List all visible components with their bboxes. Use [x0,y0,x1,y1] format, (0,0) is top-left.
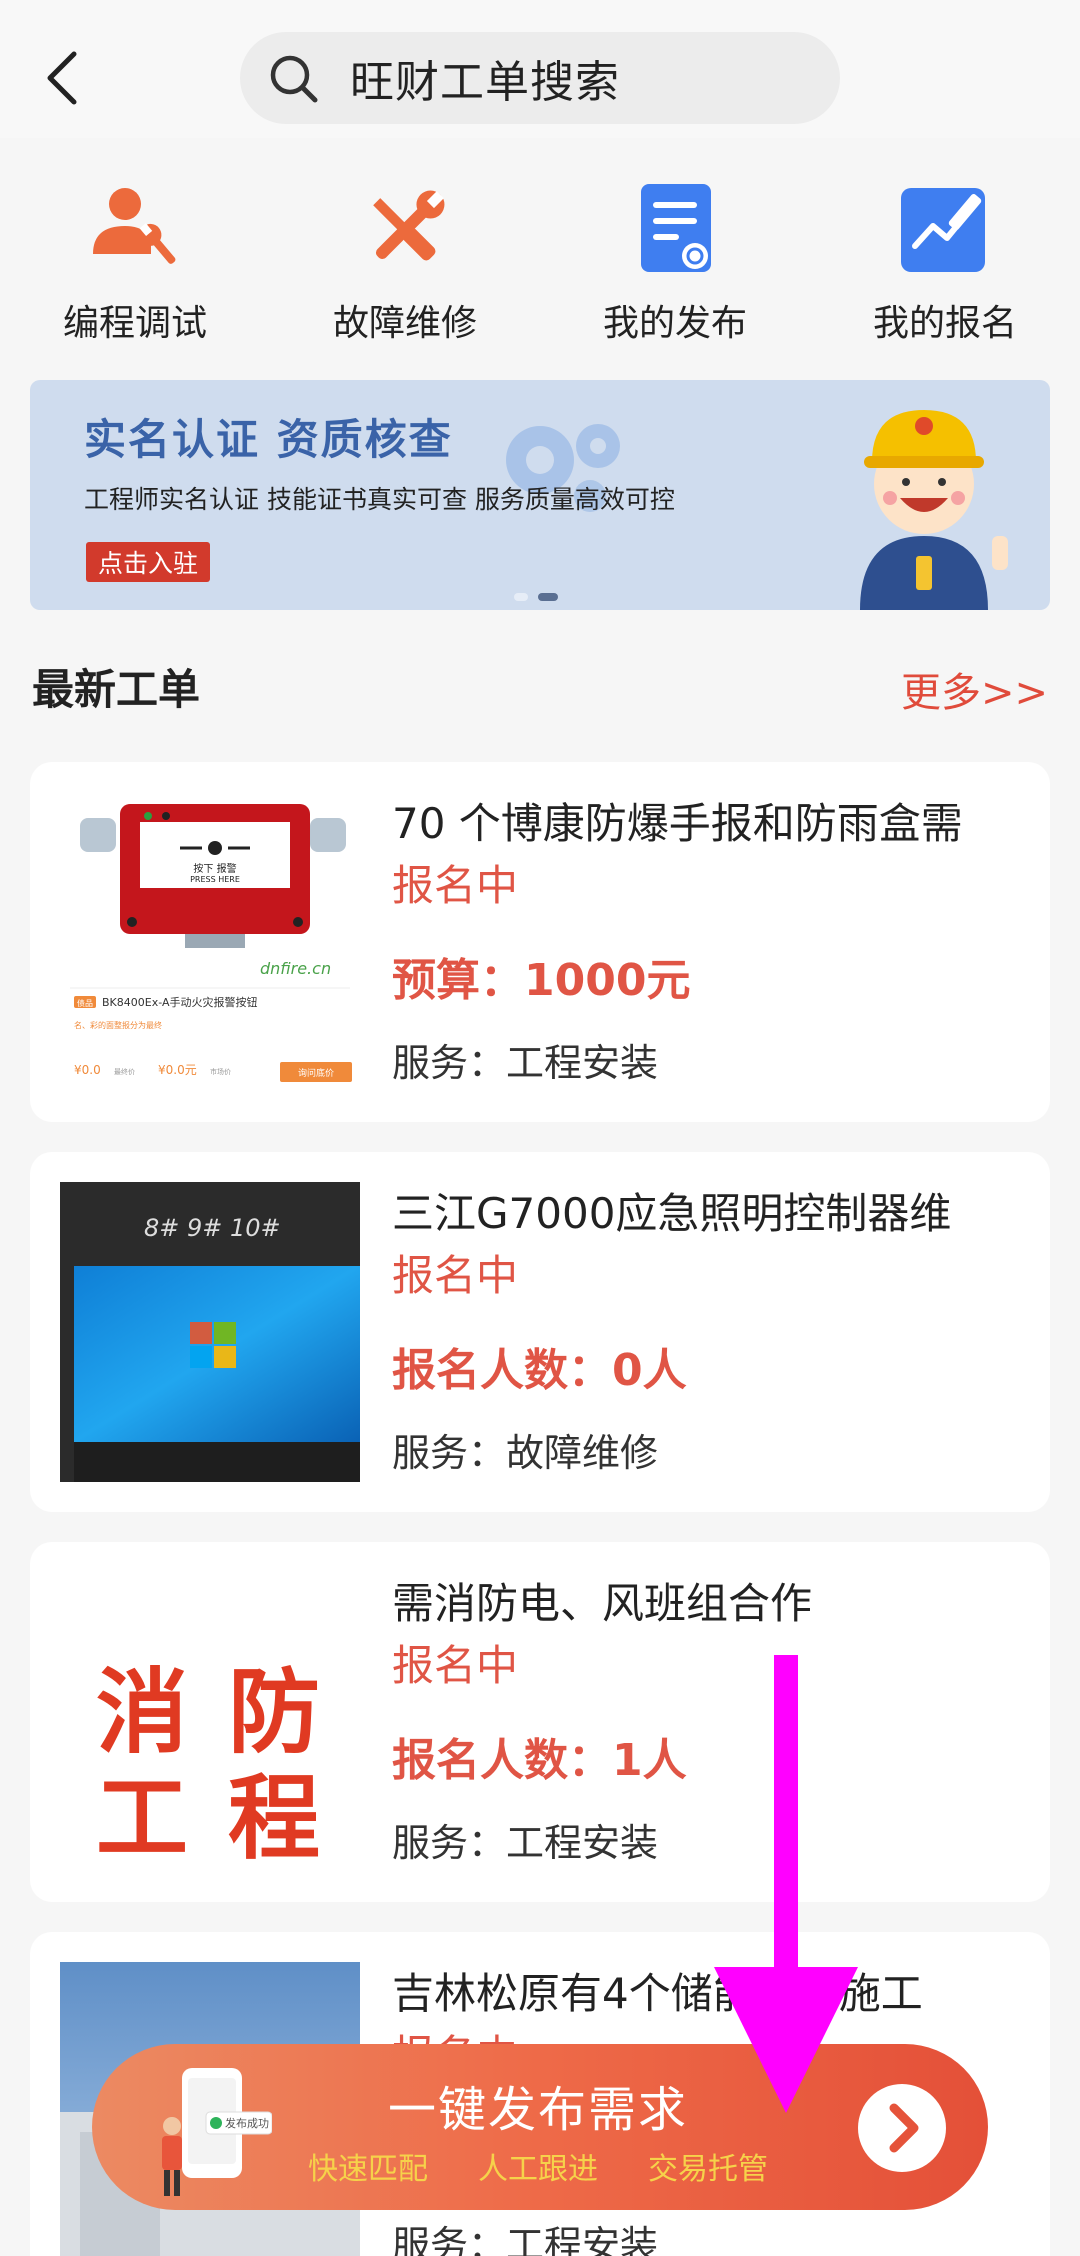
order-thumbnail: 按下 报警 PRESS HERE dnfire.cn 债品 BK8400Ex-A… [60,792,360,1092]
more-link[interactable]: 更多>> [901,660,1048,718]
quick-action-label: 我的发布 [602,303,747,344]
back-arrow-icon[interactable] [40,48,84,108]
panel-bottom-text: PRESS HERE [190,875,240,884]
phone-person-icon: 发布成功 [162,2068,272,2196]
product-desc: 名、彩的面整报分为最终 [74,1020,162,1030]
quick-actions: 编程调试 故障维修 我的发布 我的报名 [0,180,1080,344]
search-bar[interactable]: 旺财工单搜索 [240,32,840,124]
fab-tag: 人工跟进 [478,2152,598,2187]
quick-action-my-signups[interactable]: 我的报名 [845,180,1045,346]
fire-engineering-line2: 工 程 [95,1765,325,1872]
quick-action-label: 故障维修 [332,303,477,344]
order-status: 报名中 [392,861,519,910]
order-thumbnail: 8# 9# 10# [60,1182,360,1482]
order-status: 报名中 [392,1641,519,1690]
search-icon [270,55,318,103]
fab-arrow-button[interactable] [858,2084,946,2172]
publish-success-badge: 发布成功 [225,2116,269,2130]
document-publish-icon [641,184,711,272]
search-placeholder: 旺财工单搜索 [350,57,620,108]
order-card[interactable]: 消 防 工 程 需消防电、风班组合作 报名中 报名人数：1人 服务：工程安装 [30,1542,1050,1902]
quick-action-label: 编程调试 [62,303,207,344]
price-market: ¥0.0元 [158,1063,197,1077]
order-title: 需消防电、风班组合作 [392,1579,813,1628]
worker-mascot-icon [860,410,1008,610]
order-budget: 预算：1000元 [392,955,691,1006]
edit-signup-icon [901,188,985,272]
order-title: 三江G7000应急照明控制器维 [392,1189,952,1238]
quick-action-programming-debug[interactable]: 编程调试 [35,180,235,346]
quick-action-label: 我的报名 [872,303,1017,344]
price-final-label: 最终价 [114,1067,135,1076]
down-arrow-annotation-icon [714,1655,858,2113]
fab-tags: 快速匹配 人工跟进 交易托管 [308,2144,818,2188]
top-bar: 旺财工单搜索 [0,0,1080,138]
price-final: ¥0.0 [74,1063,101,1077]
alarm-button-image: 按下 报警 PRESS HERE dnfire.cn 债品 BK8400Ex-A… [70,804,352,1082]
order-status: 报名中 [392,1251,519,1300]
banner-join-button[interactable]: 点击入驻 [86,542,211,582]
order-card[interactable]: 按下 报警 PRESS HERE dnfire.cn 债品 BK8400Ex-A… [30,762,1050,1122]
section-title: 最新工单 [32,665,201,714]
monitor-photo-image: 8# 9# 10# [60,1182,360,1482]
promo-banner[interactable]: 实名认证 资质核查 工程师实名认证 技能证书真实可查 服务质量高效可控 点击入驻 [30,380,1050,610]
order-title: 70 个博康防爆手报和防雨盒需 [392,799,963,848]
price-market-label: 市场价 [210,1067,231,1076]
fab-title: 一键发布需求 [388,2082,689,2138]
brand-watermark: dnfire.cn [260,959,331,978]
fab-tag: 快速匹配 [308,2152,428,2187]
banner-page-dots [514,586,568,605]
quick-action-repair[interactable]: 故障维修 [305,180,505,346]
order-applicants: 报名人数：1人 [392,1735,687,1786]
order-thumbnail: 消 防 工 程 [60,1572,360,1872]
crossed-tools-icon [373,190,445,261]
panel-top-text: 按下 报警 [193,862,236,875]
banner-subtitle: 工程师实名认证 技能证书真实可查 服务质量高效可控 [84,485,675,514]
engineer-wrench-icon [93,188,176,264]
handwritten-marks: 8# 9# 10# [144,1214,281,1242]
ask-price-button-text: 询问底价 [298,1067,334,1079]
tag-text: 债品 [77,998,93,1008]
order-card[interactable]: 8# 9# 10# 三江G7000应急照明控制器维 报名中 报名人数：0人 服务… [30,1152,1050,1512]
fab-tag: 交易托管 [648,2152,768,2187]
product-name: BK8400Ex-A手动火灾报警按钮 [102,995,257,1009]
order-service: 服务：工程安装 [392,1821,659,1865]
banner-title: 实名认证 资质核查 [84,415,453,464]
order-service: 服务：故障维修 [392,1431,659,1475]
quick-action-my-posts[interactable]: 我的发布 [575,180,775,346]
order-service: 服务：工程安装 [392,1041,659,1085]
order-service: 服务：工程安装 [392,2223,659,2256]
order-applicants: 报名人数：0人 [392,1345,687,1396]
chevron-right-icon [889,2103,919,2153]
